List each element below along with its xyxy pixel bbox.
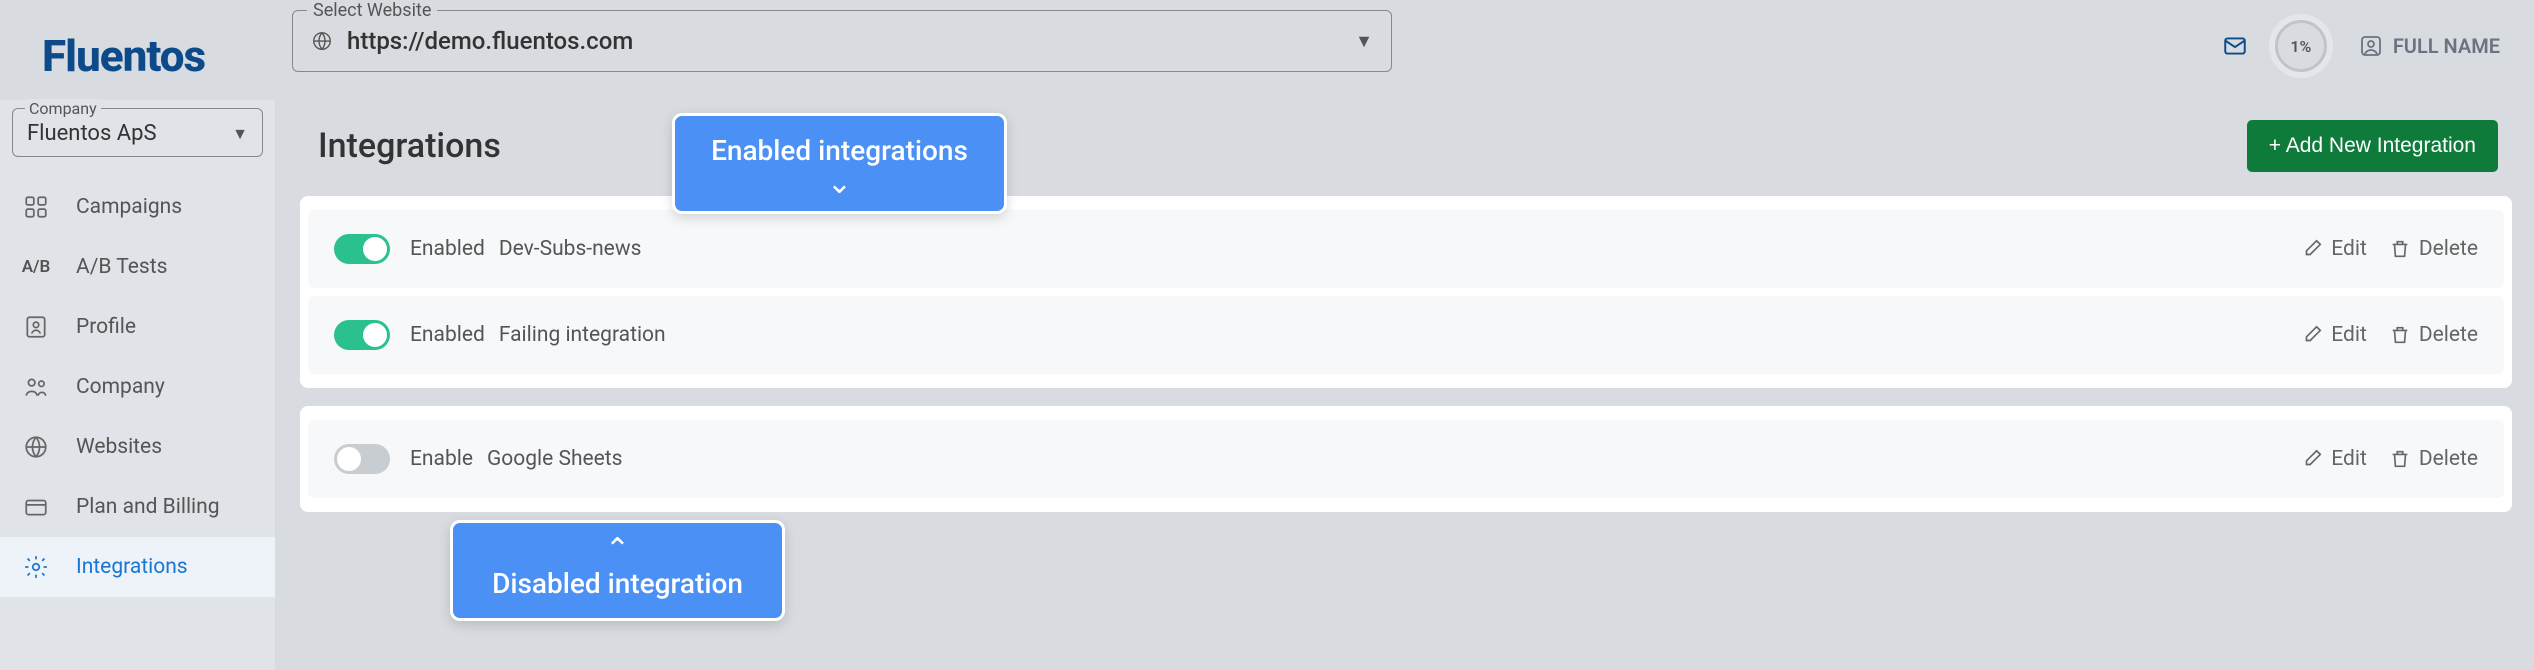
sidebar-item-label: Company — [76, 375, 165, 399]
profile-icon — [22, 313, 50, 341]
website-selector-label: Select Website — [307, 0, 437, 21]
state-label: Enabled — [410, 237, 485, 261]
toggle-switch[interactable] — [334, 444, 390, 474]
page-title: Integrations — [318, 126, 501, 166]
user-menu[interactable]: FULL NAME — [2343, 24, 2516, 68]
topbar: Fluentos Select Website https://demo.flu… — [0, 0, 2534, 85]
integration-row: Enabled Failing integration Edit Delete — [308, 296, 2504, 374]
sidebar-item-company[interactable]: Company — [0, 357, 275, 417]
sidebar: Company Fluentos ApS ▼ Campaigns A/B A/B… — [0, 100, 275, 670]
integration-name: Google Sheets — [487, 447, 623, 471]
edit-button[interactable]: Edit — [2301, 447, 2367, 471]
sidebar-item-label: Plan and Billing — [76, 495, 220, 519]
mail-button[interactable] — [2211, 22, 2259, 70]
websites-icon — [22, 433, 50, 461]
delete-button[interactable]: Delete — [2389, 323, 2478, 347]
user-icon — [2359, 34, 2383, 58]
pencil-icon — [2301, 448, 2323, 470]
company-selector[interactable]: Company Fluentos ApS ▼ — [12, 108, 263, 157]
row-actions: Edit Delete — [2301, 237, 2478, 261]
callout-disabled: ⌃ Disabled integration — [450, 520, 785, 621]
website-selector[interactable]: Select Website https://demo.fluentos.com… — [292, 10, 1392, 72]
disabled-integrations-group: Enable Google Sheets Edit Delete — [300, 406, 2512, 512]
company-icon — [22, 373, 50, 401]
integration-row: Enable Google Sheets Edit Delete — [308, 420, 2504, 498]
chevron-down-icon: ▼ — [1355, 31, 1373, 52]
toggle-switch[interactable] — [334, 320, 390, 350]
company-value: Fluentos ApS — [27, 121, 157, 146]
integration-row: Enabled Dev-Subs-news Edit Delete — [308, 210, 2504, 288]
pencil-icon — [2301, 238, 2323, 260]
arrow-down-icon: ⌄ — [703, 175, 976, 193]
top-right-controls: 1% FULL NAME — [2211, 20, 2516, 72]
sidebar-item-ab-tests[interactable]: A/B A/B Tests — [0, 237, 275, 297]
sidebar-item-websites[interactable]: Websites — [0, 417, 275, 477]
globe-icon — [311, 30, 333, 52]
sidebar-item-label: A/B Tests — [76, 255, 167, 279]
sidebar-item-plan-billing[interactable]: Plan and Billing — [0, 477, 275, 537]
edit-button[interactable]: Edit — [2301, 323, 2367, 347]
delete-button[interactable]: Delete — [2389, 237, 2478, 261]
enabled-integrations-group: Enabled Dev-Subs-news Edit Delete Enable… — [300, 196, 2512, 388]
state-label: Enable — [410, 447, 473, 471]
pencil-icon — [2301, 324, 2323, 346]
row-actions: Edit Delete — [2301, 323, 2478, 347]
sidebar-item-label: Profile — [76, 315, 136, 339]
sidebar-item-profile[interactable]: Profile — [0, 297, 275, 357]
edit-button[interactable]: Edit — [2301, 237, 2367, 261]
sidebar-item-label: Integrations — [76, 555, 188, 579]
arrow-up-icon: ⌃ — [481, 541, 754, 559]
sidebar-item-integrations[interactable]: Integrations — [0, 537, 275, 597]
user-name: FULL NAME — [2393, 34, 2500, 58]
trash-icon — [2389, 238, 2411, 260]
state-label: Enabled — [410, 323, 485, 347]
sidebar-item-campaigns[interactable]: Campaigns — [0, 177, 275, 237]
integrations-icon — [22, 553, 50, 581]
sidebar-item-label: Websites — [76, 435, 162, 459]
website-url: https://demo.fluentos.com — [347, 27, 633, 55]
company-selector-label: Company — [25, 99, 101, 118]
trash-icon — [2389, 448, 2411, 470]
trash-icon — [2389, 324, 2411, 346]
integration-name: Failing integration — [499, 323, 666, 347]
sidebar-item-label: Campaigns — [76, 195, 182, 219]
page-header: Integrations + Add New Integration — [296, 100, 2516, 192]
progress-indicator[interactable]: 1% — [2275, 20, 2327, 72]
toggle-switch[interactable] — [334, 234, 390, 264]
row-actions: Edit Delete — [2301, 447, 2478, 471]
chevron-down-icon: ▼ — [232, 124, 248, 144]
add-integration-button[interactable]: + Add New Integration — [2247, 120, 2498, 172]
integration-name: Dev-Subs-news — [499, 237, 642, 261]
billing-icon — [22, 493, 50, 521]
callout-enabled: Enabled integrations ⌄ — [672, 113, 1007, 214]
brand-logo: Fluentos — [42, 30, 205, 82]
campaigns-icon — [22, 193, 50, 221]
delete-button[interactable]: Delete — [2389, 447, 2478, 471]
ab-tests-icon: A/B — [22, 253, 50, 281]
